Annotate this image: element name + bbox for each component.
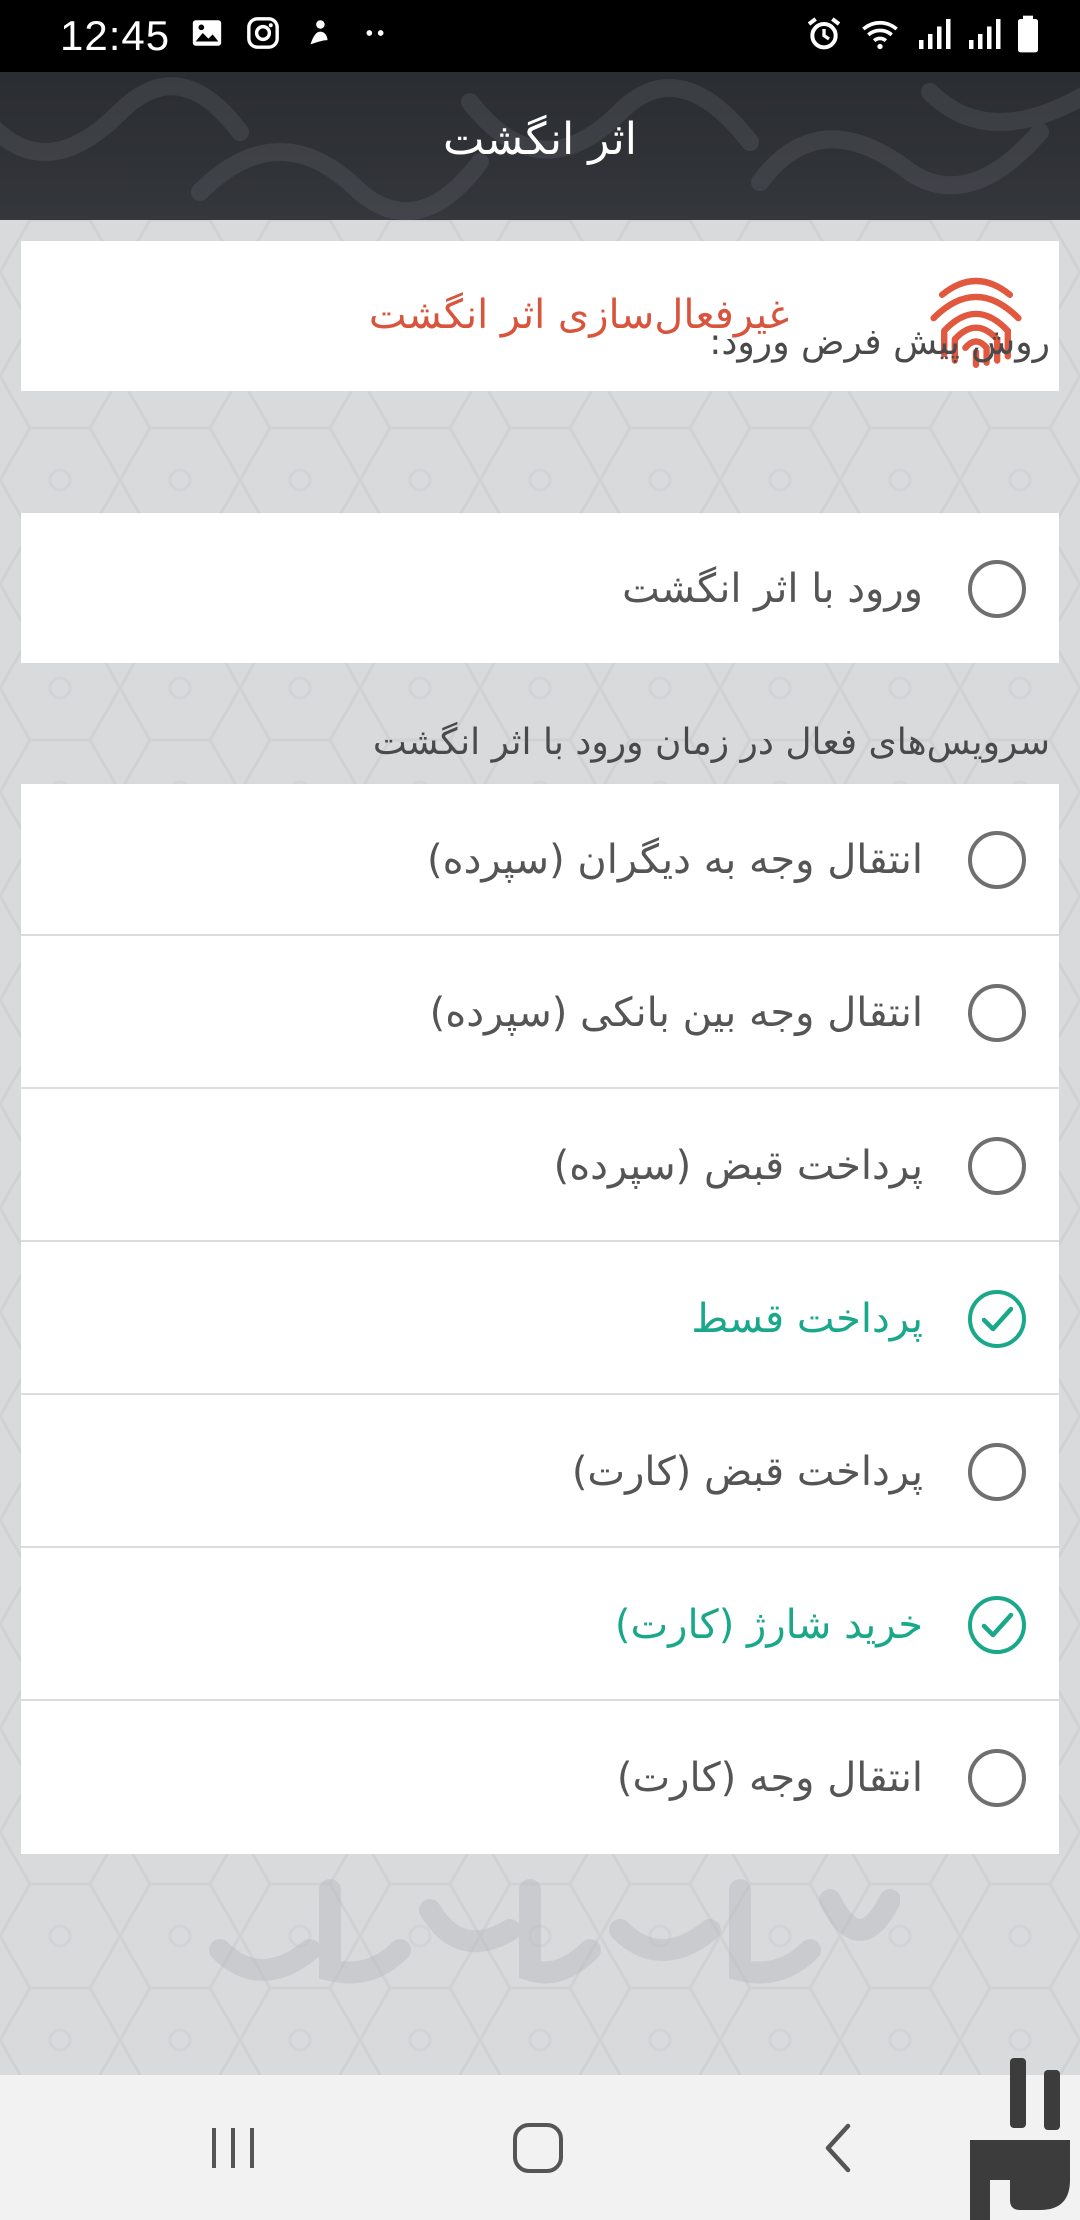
service-label: انتقال وجه بین بانکی (سپرده) xyxy=(429,990,923,1036)
service-row[interactable]: انتقال وجه بین بانکی (سپرده) xyxy=(21,937,1059,1089)
back-icon[interactable] xyxy=(818,2120,858,2176)
service-row[interactable]: انتقال وجه (کارت) xyxy=(21,1702,1059,1854)
wifi-icon xyxy=(862,20,898,50)
login-method-card: ورود با اثر انگشت xyxy=(21,513,1059,663)
radio-checked-icon[interactable] xyxy=(967,1595,1027,1655)
login-method-title: روش پیش فرض ورود: xyxy=(709,322,1050,363)
radio-unchecked-icon[interactable] xyxy=(967,559,1027,619)
service-label: انتقال وجه (کارت) xyxy=(616,1755,923,1801)
service-row[interactable]: پرداخت قسط xyxy=(21,1243,1059,1395)
service-label: پرداخت قسط xyxy=(691,1296,923,1342)
radio-unchecked-icon[interactable] xyxy=(967,1748,1027,1808)
recent-apps-icon[interactable] xyxy=(208,2120,258,2176)
status-time: 12:45 xyxy=(60,12,171,59)
service-label: پرداخت قبض (سپرده) xyxy=(553,1143,923,1189)
login-option-label: ورود با اثر انگشت xyxy=(622,566,923,612)
content-area: غیرفعال‌سازی اثر انگشت روش پیش فرض ورود:… xyxy=(0,220,1080,2075)
system-nav-bar xyxy=(0,2075,1080,2220)
status-bar: 12:45 xyxy=(0,0,1080,72)
home-icon[interactable] xyxy=(510,2120,566,2176)
radio-checked-icon[interactable] xyxy=(967,1289,1027,1349)
login-option-row[interactable]: ورود با اثر انگشت xyxy=(21,513,1059,665)
battery-icon xyxy=(1018,15,1038,53)
service-label: خرید شارژ (کارت) xyxy=(614,1602,923,1648)
service-label: انتقال وجه به دیگران (سپرده) xyxy=(427,837,923,883)
radio-unchecked-icon[interactable] xyxy=(967,830,1027,890)
notification-icon xyxy=(310,20,328,45)
disable-fingerprint-button[interactable]: غیرفعال‌سازی اثر انگشت xyxy=(21,241,1059,391)
service-row[interactable]: پرداخت قبض (کارت) xyxy=(21,1396,1059,1548)
app-header: اثر انگشت xyxy=(0,72,1080,220)
service-row[interactable]: خرید شارژ (کارت) xyxy=(21,1549,1059,1701)
services-card: انتقال وجه به دیگران (سپرده) انتقال وجه … xyxy=(21,784,1059,1854)
page-title: اثر انگشت xyxy=(443,114,637,165)
more-dots-icon xyxy=(366,30,384,36)
image-icon xyxy=(192,20,222,46)
service-row[interactable]: پرداخت قبض (سپرده) xyxy=(21,1090,1059,1242)
radio-unchecked-icon[interactable] xyxy=(967,1442,1027,1502)
radio-unchecked-icon[interactable] xyxy=(967,983,1027,1043)
signal-icon xyxy=(969,19,1001,49)
alarm-icon xyxy=(807,17,841,50)
service-label: پرداخت قبض (کارت) xyxy=(571,1449,923,1495)
signal-icon xyxy=(919,19,951,49)
radio-unchecked-icon[interactable] xyxy=(967,1136,1027,1196)
service-row[interactable]: انتقال وجه به دیگران (سپرده) xyxy=(21,784,1059,936)
instagram-icon xyxy=(247,17,279,49)
app-store-badge-icon xyxy=(970,2058,1070,2220)
services-title: سرویس‌های فعال در زمان ورود با اثر انگشت xyxy=(372,722,1050,763)
